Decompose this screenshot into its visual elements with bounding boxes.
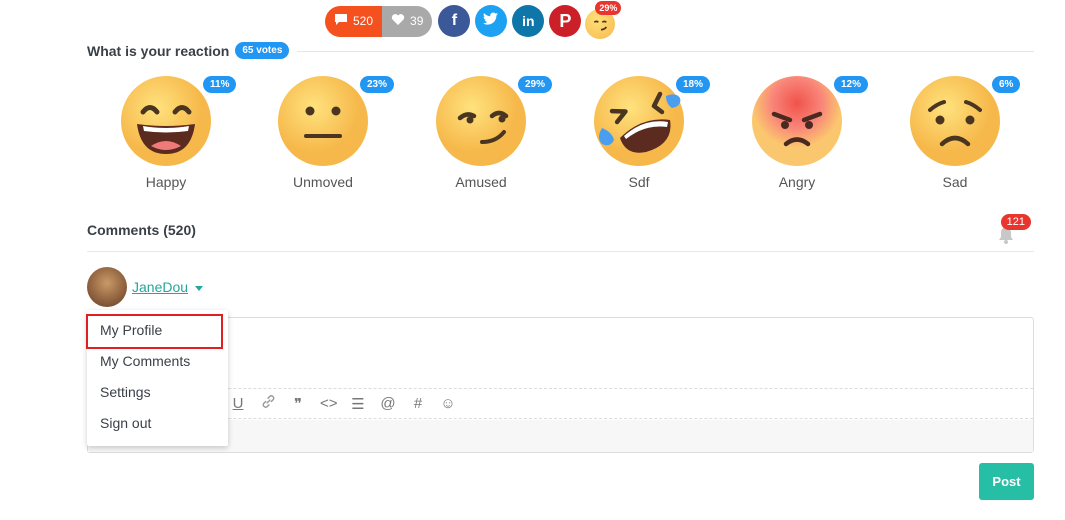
percent-badge: 11% — [203, 76, 237, 93]
happy-emoji-icon — [121, 76, 211, 166]
reaction-label: Sad — [942, 174, 968, 190]
reaction-label: Sdf — [628, 174, 650, 190]
post-button[interactable]: Post — [979, 463, 1034, 500]
menu-item-sign-out[interactable]: Sign out — [100, 415, 151, 431]
top-reaction-percent-badge: 29% — [595, 1, 622, 15]
reaction-sdf[interactable]: 18% Sdf — [580, 76, 711, 190]
percent-badge: 18% — [676, 76, 711, 93]
share-bar: 520 39 f in P 29% — [325, 1, 622, 39]
reaction-sad[interactable]: 6% Sad — [896, 76, 1021, 190]
likes-count-button[interactable]: 39 — [382, 5, 433, 37]
user-dropdown-menu: My Profile My Comments Settings Sign out — [86, 310, 228, 446]
comments-title: Comments (520) — [87, 222, 196, 238]
twitter-icon — [483, 12, 499, 31]
reaction-label: Amused — [455, 174, 507, 190]
percent-badge: 29% — [518, 76, 553, 93]
twitter-share-button[interactable] — [475, 5, 508, 37]
reaction-happy[interactable]: 11% Happy — [107, 76, 237, 190]
reaction-unmoved[interactable]: 23% Unmoved — [264, 76, 395, 190]
percent-badge: 23% — [360, 76, 395, 93]
mention-icon[interactable]: @ — [380, 395, 396, 412]
username-link[interactable]: JaneDou — [132, 279, 188, 295]
notification-count-badge: 121 — [1000, 214, 1031, 230]
reaction-title: What is your reaction — [87, 42, 230, 59]
editor-footer — [88, 420, 1033, 452]
unmoved-emoji-icon — [278, 76, 368, 166]
divider — [297, 51, 1034, 52]
avatar — [87, 267, 127, 307]
pinterest-share-button[interactable]: P — [549, 5, 582, 37]
heart-icon — [391, 13, 405, 29]
underline-icon[interactable]: U — [230, 395, 246, 412]
likes-count-label: 39 — [410, 14, 424, 28]
user-menu-toggle[interactable]: JaneDou — [87, 267, 204, 307]
comments-header: Comments (520) 121 — [87, 214, 1034, 252]
reaction-amused[interactable]: 29% Amused — [422, 76, 553, 190]
sad-emoji-icon — [910, 76, 1000, 166]
amused-emoji-icon — [436, 76, 526, 166]
reaction-label: Unmoved — [293, 174, 353, 190]
rofl-emoji-icon — [594, 76, 684, 166]
menu-item-settings[interactable]: Settings — [100, 384, 151, 400]
pinterest-icon: P — [559, 10, 572, 31]
reaction-label: Happy — [145, 174, 187, 190]
percent-badge: 6% — [992, 76, 1021, 93]
top-reaction-indicator[interactable]: 29% — [585, 1, 622, 39]
menu-item-my-comments[interactable]: My Comments — [100, 353, 190, 369]
hashtag-icon[interactable]: # — [410, 395, 426, 412]
caret-down-icon — [195, 286, 204, 291]
quote-icon[interactable]: ❞ — [290, 395, 306, 413]
list-icon[interactable]: ☰ — [350, 395, 366, 413]
link-icon[interactable] — [260, 394, 276, 413]
facebook-share-button[interactable]: f — [438, 5, 471, 37]
reactions-list: 11% Happy 23% Unmoved 29% Amused 18% Sdf… — [87, 76, 1034, 196]
linkedin-icon: in — [522, 13, 535, 29]
percent-badge: 12% — [834, 76, 869, 93]
comment-icon — [334, 13, 348, 29]
facebook-icon: f — [451, 12, 458, 29]
reaction-angry[interactable]: 12% Angry — [738, 76, 869, 190]
linkedin-share-button[interactable]: in — [512, 5, 545, 37]
votes-badge: 65 votes — [235, 42, 290, 59]
reaction-header: What is your reaction 65 votes — [87, 42, 1034, 59]
menu-item-my-profile[interactable]: My Profile — [100, 322, 162, 338]
emoji-icon[interactable]: ☺ — [440, 395, 456, 412]
comment-editor[interactable]: U ❞ <> ☰ @ # ☺ — [87, 317, 1034, 453]
comments-count-label: 520 — [353, 14, 374, 28]
angry-emoji-icon — [752, 76, 842, 166]
code-icon[interactable]: <> — [320, 395, 338, 412]
editor-toolbar: U ❞ <> ☰ @ # ☺ — [88, 388, 1033, 419]
comments-count-button[interactable]: 520 — [325, 5, 383, 37]
reaction-label: Angry — [778, 174, 816, 190]
